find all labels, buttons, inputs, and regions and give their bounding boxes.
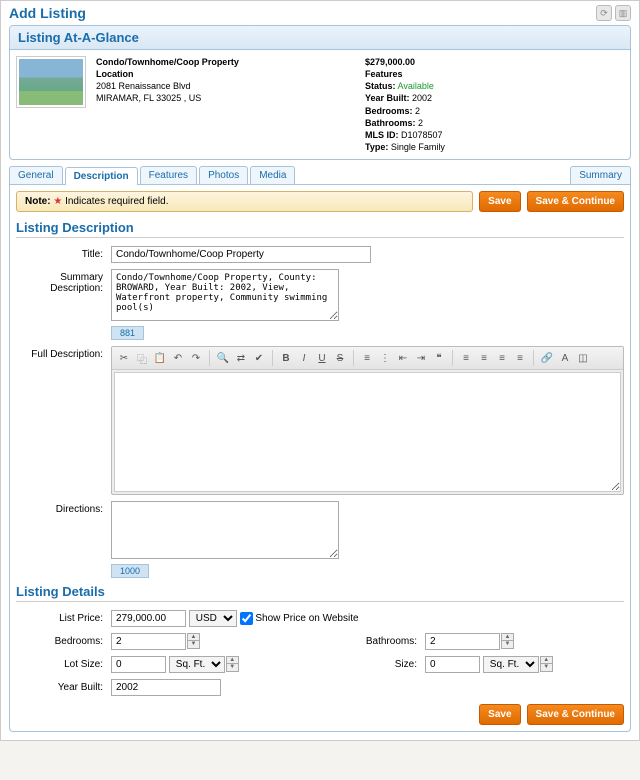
bathrooms-input[interactable]: [425, 633, 500, 650]
quote-icon[interactable]: ❝: [431, 350, 447, 366]
show-price-label: Show Price on Website: [255, 613, 358, 624]
source-icon[interactable]: ◫: [575, 350, 591, 366]
paste-icon[interactable]: 📋: [152, 350, 168, 366]
tab-summary[interactable]: Summary: [570, 166, 631, 184]
glance-location-label: Location: [96, 68, 355, 80]
spellcheck-icon[interactable]: ✔: [251, 350, 267, 366]
bullet-list-icon[interactable]: ⋮: [377, 350, 393, 366]
year-built-input[interactable]: [111, 679, 221, 696]
size-unit-select[interactable]: Sq. Ft.: [483, 656, 539, 673]
redo-icon[interactable]: ↷: [188, 350, 204, 366]
note-text: Indicates required field.: [65, 196, 168, 207]
glance-features-label: Features: [365, 68, 624, 80]
listing-thumbnail: [16, 56, 86, 108]
bold-icon[interactable]: B: [278, 350, 294, 366]
glance-bathrooms-label: Bathrooms:: [365, 118, 416, 128]
underline-icon[interactable]: U: [314, 350, 330, 366]
rte-content[interactable]: [114, 372, 621, 492]
size-label: Size:: [330, 656, 425, 670]
align-right-icon[interactable]: ≡: [494, 350, 510, 366]
align-justify-icon[interactable]: ≡: [512, 350, 528, 366]
summary-label: Summary Description:: [16, 269, 111, 294]
page-title: Add Listing: [9, 5, 86, 21]
numbered-list-icon[interactable]: ≡: [359, 350, 375, 366]
summary-textarea[interactable]: Condo/Townhome/Coop Property, County: BR…: [111, 269, 339, 321]
rss-icon[interactable]: ▥: [615, 5, 631, 21]
bedrooms-stepper[interactable]: ▲▼: [187, 633, 200, 649]
save-button-top[interactable]: Save: [479, 191, 520, 212]
rte-toolbar: ✂ ⿻ 📋 ↶ ↷ 🔍 ⇄ ✔ B I U S: [112, 347, 623, 370]
refresh-icon[interactable]: ⟳: [596, 5, 612, 21]
glance-address1: 2081 Renaissance Blvd: [96, 80, 355, 92]
note-prefix: Note:: [25, 196, 51, 207]
glance-type-label: Type:: [365, 142, 388, 152]
title-label: Title:: [16, 246, 111, 260]
directions-counter: 1000: [111, 564, 149, 578]
align-center-icon[interactable]: ≡: [476, 350, 492, 366]
list-price-label: List Price:: [16, 610, 111, 624]
strike-icon[interactable]: S: [332, 350, 348, 366]
size-stepper[interactable]: ▲▼: [540, 656, 553, 672]
align-left-icon[interactable]: ≡: [458, 350, 474, 366]
outdent-icon[interactable]: ⇤: [395, 350, 411, 366]
lot-size-label: Lot Size:: [16, 656, 111, 670]
glance-bedrooms-value: 2: [415, 106, 420, 116]
bathrooms-stepper[interactable]: ▲▼: [501, 633, 514, 649]
glance-mls-value: D1078507: [401, 130, 443, 140]
rich-text-editor: ✂ ⿻ 📋 ↶ ↷ 🔍 ⇄ ✔ B I U S: [111, 346, 624, 495]
glance-mls-label: MLS ID:: [365, 130, 399, 140]
directions-label: Directions:: [16, 501, 111, 515]
glance-bathrooms-value: 2: [418, 118, 423, 128]
save-continue-button-bottom[interactable]: Save & Continue: [527, 704, 624, 725]
glance-status-label: Status:: [365, 81, 396, 91]
currency-select[interactable]: USD: [189, 610, 237, 627]
text-color-icon[interactable]: A: [557, 350, 573, 366]
glance-type-value: Single Family: [391, 142, 445, 152]
undo-icon[interactable]: ↶: [170, 350, 186, 366]
lot-size-input[interactable]: [111, 656, 166, 673]
tab-features[interactable]: Features: [140, 166, 197, 184]
glance-address2: MIRAMAR, FL 33025 , US: [96, 92, 355, 104]
bedrooms-input[interactable]: [111, 633, 186, 650]
bedrooms-label: Bedrooms:: [16, 633, 111, 647]
lot-size-stepper[interactable]: ▲▼: [226, 656, 239, 672]
glance-yearbuilt-value: 2002: [412, 93, 432, 103]
glance-status-value: Available: [398, 81, 434, 91]
list-price-input[interactable]: [111, 610, 186, 627]
glance-header: Listing At-A-Glance: [10, 26, 630, 50]
glance-panel: Listing At-A-Glance Condo/Townhome/Coop …: [9, 25, 631, 160]
show-price-checkbox[interactable]: [240, 612, 253, 625]
size-input[interactable]: [425, 656, 480, 673]
indent-icon[interactable]: ⇥: [413, 350, 429, 366]
listing-details-header: Listing Details: [16, 584, 624, 602]
tab-general[interactable]: General: [9, 166, 63, 184]
required-star-icon: ★: [53, 196, 62, 207]
cut-icon[interactable]: ✂: [116, 350, 132, 366]
glance-bedrooms-label: Bedrooms:: [365, 106, 413, 116]
tab-description[interactable]: Description: [65, 167, 138, 185]
find-icon[interactable]: 🔍: [215, 350, 231, 366]
bathrooms-label: Bathrooms:: [330, 633, 425, 647]
full-description-label: Full Description:: [16, 346, 111, 360]
tab-media[interactable]: Media: [250, 166, 295, 184]
save-continue-button-top[interactable]: Save & Continue: [527, 191, 624, 212]
italic-icon[interactable]: I: [296, 350, 312, 366]
copy-icon[interactable]: ⿻: [134, 350, 150, 366]
summary-counter: 881: [111, 326, 144, 340]
save-button-bottom[interactable]: Save: [479, 704, 520, 725]
replace-icon[interactable]: ⇄: [233, 350, 249, 366]
year-built-label: Year Built:: [16, 679, 111, 693]
note-bar: Note: ★ Indicates required field.: [16, 191, 473, 212]
listing-description-header: Listing Description: [16, 220, 624, 238]
glance-price: $279,000.00: [365, 56, 624, 68]
link-icon[interactable]: 🔗: [539, 350, 555, 366]
title-input[interactable]: [111, 246, 371, 263]
lot-size-unit-select[interactable]: Sq. Ft.: [169, 656, 225, 673]
glance-property-title: Condo/Townhome/Coop Property: [96, 56, 355, 68]
tab-photos[interactable]: Photos: [199, 166, 248, 184]
directions-textarea[interactable]: [111, 501, 339, 559]
glance-yearbuilt-label: Year Built:: [365, 93, 410, 103]
